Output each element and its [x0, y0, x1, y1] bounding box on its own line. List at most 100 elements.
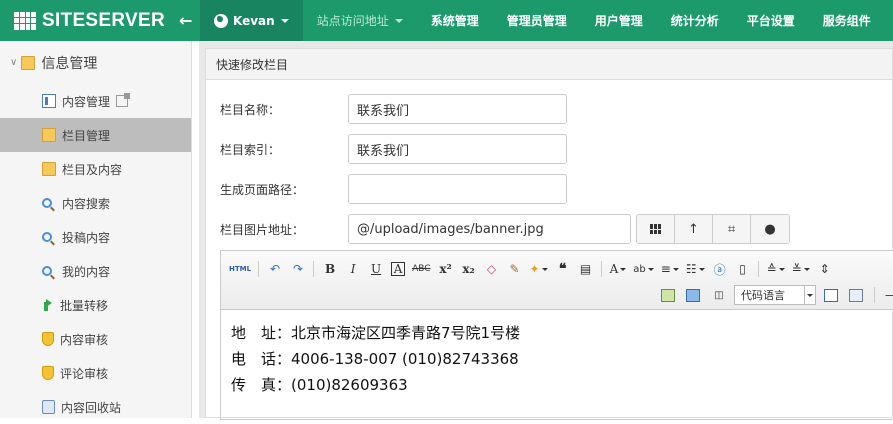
unordered-list-icon[interactable]: ☷ — [686, 260, 705, 278]
upload-button[interactable]: ↑ — [675, 215, 713, 243]
site-dropdown[interactable]: Kevan — [200, 0, 303, 41]
crop-button[interactable]: ⌗ — [713, 215, 751, 243]
chevron-down-icon — [280, 18, 289, 23]
row-spacing-top-icon[interactable]: ≙ — [767, 260, 785, 278]
search-icon — [42, 198, 52, 208]
editor-content[interactable]: 地 址：北京市海淀区四季青路7号院1号楼 电 话：4006-138-007 (0… — [221, 310, 893, 408]
undo-icon[interactable]: ↶ — [267, 260, 283, 278]
open-new-window-icon[interactable] — [116, 93, 131, 107]
sidebar-item-channels[interactable]: 栏目管理 — [0, 118, 191, 152]
channel-index-row: 栏目索引： 联系我们 — [220, 134, 567, 164]
toolbar-row-2: ◫ 代码语言 — — [661, 284, 893, 306]
sidebar-item-label: 内容搜索 — [62, 196, 111, 211]
code-language-select[interactable]: 代码语言 — [734, 285, 816, 305]
image-library-button[interactable] — [637, 215, 675, 243]
sidebar-item-content-review[interactable]: 内容审核 — [0, 322, 191, 356]
grid-icon — [649, 224, 662, 234]
channel-index-input[interactable]: 联系我们 — [348, 134, 567, 164]
superscript-icon[interactable]: x² — [438, 260, 454, 278]
image-url-input[interactable]: @/upload/images/banner.jpg — [348, 214, 631, 244]
sidebar-item-comment-review[interactable]: 评论审核 — [0, 356, 191, 390]
sidebar-item-channels-content[interactable]: 栏目及内容 — [0, 152, 191, 186]
nav-admins[interactable]: 管理员管理 — [493, 0, 581, 41]
rich-text-editor: HTML ↶ ↷ B I U A ABC x² x₂ ◇ ✎ ✦ ❝ ▤ A a… — [220, 250, 893, 420]
ordered-list-icon[interactable]: ≡ — [661, 260, 679, 278]
clear-doc-icon[interactable]: ▯ — [735, 260, 751, 278]
chevron-down-icon: ∨ — [10, 57, 18, 68]
insert-image-icon[interactable] — [686, 288, 700, 302]
line-height-icon[interactable]: ⇕ — [817, 260, 833, 278]
quote-icon[interactable]: ❝ — [555, 260, 571, 278]
channel-name-row: 栏目名称： 联系我们 — [220, 94, 567, 124]
sidebar-item-recycle-bin[interactable]: 内容回收站 — [0, 390, 191, 424]
phone-line: 电 话：4006-138-007 (010)82743368 — [231, 350, 519, 368]
select-all-icon[interactable]: ⓐ — [712, 260, 728, 278]
sidebar-item-batch-move[interactable]: 批量转移 — [0, 288, 191, 322]
sidebar-item-label: 我的内容 — [62, 264, 111, 279]
crop-icon: ⌗ — [727, 221, 736, 237]
nav-site-url[interactable]: 站点访问地址 — [303, 0, 417, 41]
format-brush-icon[interactable]: ✎ — [507, 260, 523, 278]
redo-icon[interactable]: ↷ — [290, 260, 306, 278]
nav-label: 平台设置 — [746, 14, 795, 28]
logo-text: SITESERVER — [42, 9, 166, 31]
channel-name-label: 栏目名称： — [220, 102, 281, 117]
main-area: 快速修改栏目 栏目名称： 联系我们 栏目索引： 联系我们 生成页面路径： 栏目图… — [199, 41, 893, 420]
sidebar-item-label: 栏目及内容 — [62, 162, 123, 177]
font-color-icon[interactable]: A — [610, 260, 627, 278]
sidebar-root-label: 信息管理 — [41, 55, 98, 72]
divider — [313, 261, 315, 277]
horizontal-rule-icon[interactable]: — — [883, 286, 893, 304]
address-line: 地 址：北京市海淀区四季青路7号院1号楼 — [231, 324, 521, 342]
auto-format-icon[interactable]: ✦ — [530, 260, 548, 278]
channel-name-input[interactable]: 联系我们 — [348, 94, 567, 124]
sidebar-item-label: 批量转移 — [60, 298, 109, 313]
sidebar-item-search[interactable]: 内容搜索 — [0, 186, 191, 220]
eye-icon: ● — [764, 221, 776, 237]
channel-index-label: 栏目索引： — [220, 142, 281, 157]
page-path-label: 生成页面路径： — [220, 182, 305, 197]
search-icon — [42, 266, 52, 276]
divider — [757, 261, 759, 277]
nav-label: 系统管理 — [430, 14, 479, 28]
logo-grid-icon — [14, 11, 36, 30]
image-url-row: 栏目图片地址： @/upload/images/banner.jpg ↑ ⌗ ● — [220, 214, 790, 244]
background-color-icon[interactable]: ab — [633, 260, 654, 278]
attachment-icon[interactable]: ◫ — [711, 286, 727, 304]
row-spacing-bottom-icon[interactable]: ≚ — [792, 260, 810, 278]
image-icon[interactable] — [661, 288, 675, 302]
eraser-icon[interactable]: ◇ — [484, 260, 500, 278]
sidebar-item-label: 内容管理 — [62, 94, 111, 109]
logo[interactable]: SITESERVER ← — [0, 0, 200, 41]
arrow-icon — [42, 299, 54, 311]
sidebar-item-submissions[interactable]: 投稿内容 — [0, 220, 191, 254]
template-icon[interactable] — [849, 288, 863, 302]
sidebar-item-my-content[interactable]: 我的内容 — [0, 254, 191, 288]
nav-platform[interactable]: 平台设置 — [733, 0, 809, 41]
subscript-icon[interactable]: x₂ — [461, 260, 477, 278]
nav-label: 统计分析 — [670, 14, 719, 28]
insert-table-icon[interactable] — [824, 288, 838, 302]
page-path-input[interactable] — [348, 174, 567, 204]
collapse-sidebar-icon[interactable]: ← — [179, 11, 192, 30]
preview-button[interactable]: ● — [751, 215, 789, 243]
nav-analytics[interactable]: 统计分析 — [657, 0, 733, 41]
fax-line: 传 真：(010)82609363 — [231, 376, 408, 394]
edit-channel-panel: 快速修改栏目 栏目名称： 联系我们 栏目索引： 联系我们 生成页面路径： 栏目图… — [205, 48, 893, 420]
font-border-icon[interactable]: A — [391, 262, 406, 276]
italic-icon[interactable]: I — [345, 260, 361, 278]
sidebar-root-info[interactable]: ∨ 信息管理 — [0, 41, 191, 84]
site-name: Kevan — [233, 13, 275, 28]
nav-services[interactable]: 服务组件 — [809, 0, 885, 41]
underline-icon[interactable]: U — [368, 260, 384, 278]
nav-users[interactable]: 用户管理 — [581, 0, 657, 41]
bold-icon[interactable]: B — [322, 260, 338, 278]
divider — [258, 261, 260, 277]
chevron-down-icon — [394, 18, 403, 23]
toolbar-row-1: HTML ↶ ↷ B I U A ABC x² x₂ ◇ ✎ ✦ ❝ ▤ A a… — [229, 258, 840, 280]
html-source-button[interactable]: HTML — [229, 260, 251, 278]
sidebar-item-content[interactable]: 内容管理 — [0, 84, 191, 118]
paste-plain-icon[interactable]: ▤ — [578, 260, 594, 278]
nav-system[interactable]: 系统管理 — [417, 0, 493, 41]
strikethrough-icon[interactable]: ABC — [412, 260, 430, 278]
